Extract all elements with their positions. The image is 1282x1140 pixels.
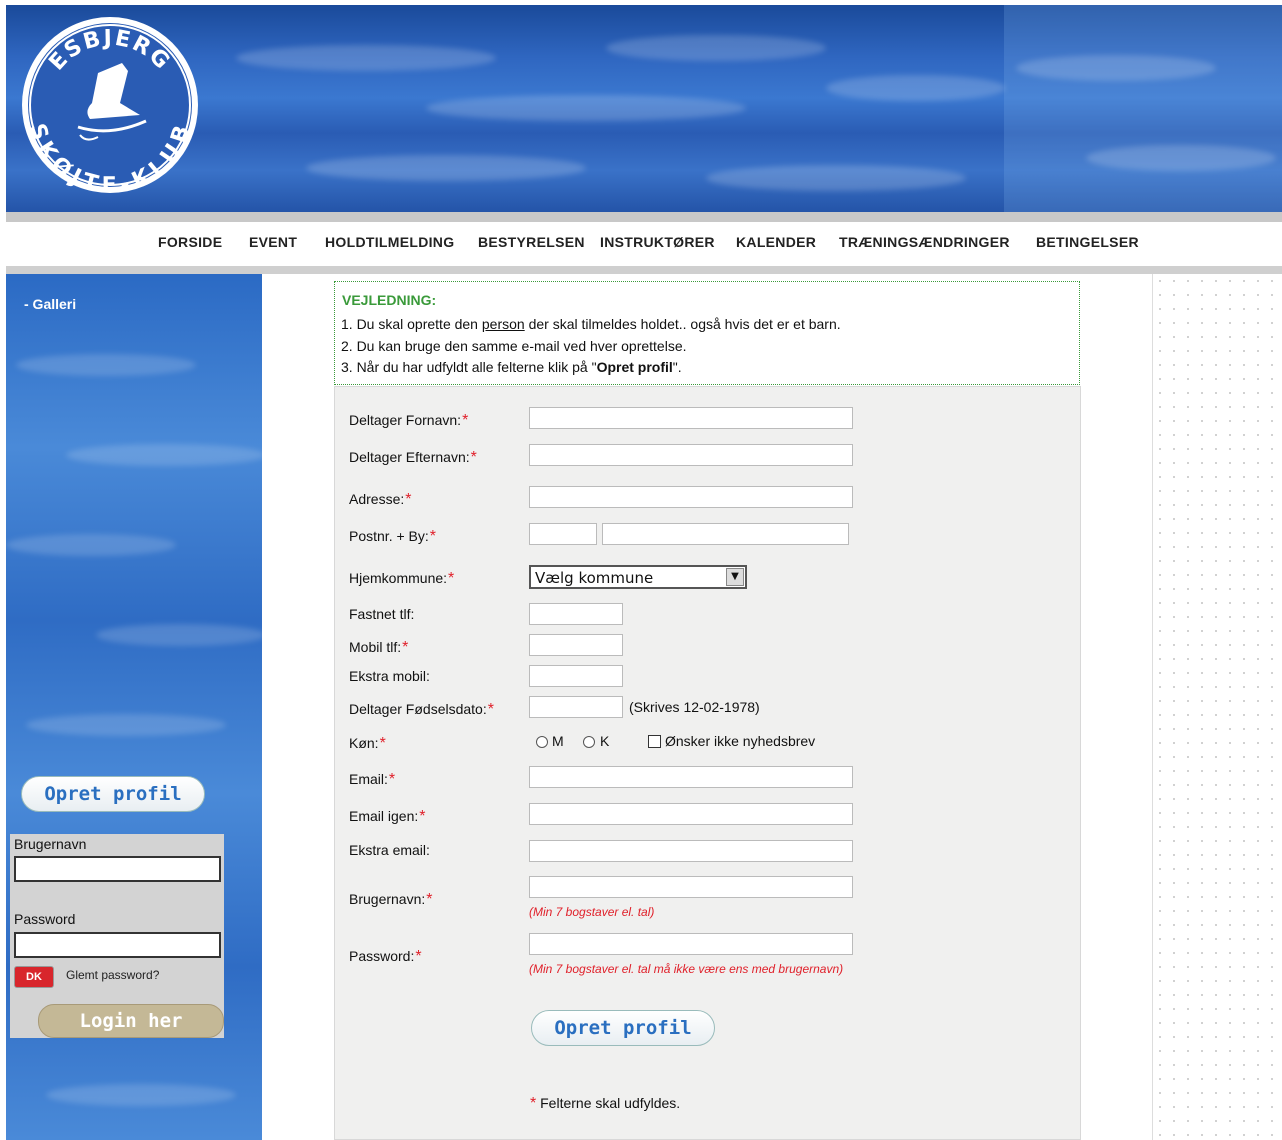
header-divider [6, 212, 1282, 222]
landline-label: Fastnet tlf: [349, 606, 415, 622]
gender-m-label: M [552, 733, 564, 749]
username-field-input[interactable] [529, 876, 853, 898]
gender-k-radio[interactable] [583, 736, 595, 748]
club-logo[interactable]: ESBJERG SKØJTE-KLUB [20, 15, 200, 195]
sidebar-streak [6, 534, 176, 556]
login-box: Brugernavn Password DK Glemt password? L… [10, 834, 224, 1038]
email-label: Email:* [349, 771, 396, 788]
create-profile-button[interactable]: Opret profil [531, 1010, 715, 1046]
password-label: Password [14, 911, 76, 927]
nav-holdtilmelding[interactable]: HOLDTILMELDING [325, 234, 454, 250]
guide-line-1-post: der skal tilmeldes holdet.. også hvis de… [524, 316, 841, 332]
banner-streak [426, 95, 746, 121]
registration-form: Deltager Fornavn:* Deltager Efternavn:* … [334, 386, 1081, 1140]
guide-line-3-bold: Opret profil [596, 359, 673, 375]
nav-divider [6, 266, 1282, 274]
nav-betingelser[interactable]: BETINGELSER [1036, 234, 1139, 250]
banner-streak [606, 35, 826, 61]
nav-forside[interactable]: FORSIDE [158, 234, 222, 250]
first-name-input[interactable] [529, 407, 853, 429]
guide-line-2: 2. Du kan bruge den samme e-mail ved hve… [341, 338, 687, 354]
password-field-input[interactable] [529, 933, 853, 955]
banner-streak [826, 75, 1006, 101]
sidebar-create-profile-button[interactable]: Opret profil [21, 776, 205, 812]
newsletter-label: Ønsker ikke nyhedsbrev [665, 733, 816, 749]
mobile-label: Mobil tlf:* [349, 639, 409, 656]
municipality-selected-value: Vælg kommune [535, 569, 654, 587]
banner-streak [306, 155, 586, 181]
nav-bestyrelsen[interactable]: BESTYRELSEN [478, 234, 585, 250]
birthdate-label: Deltager Fødselsdato:* [349, 701, 494, 718]
extra-email-label: Ekstra email: [349, 842, 430, 858]
username-label: Brugernavn [14, 836, 87, 852]
sidebar-streak [16, 354, 196, 376]
extra-mobile-input[interactable] [529, 665, 623, 687]
nav-instruktorer[interactable]: INSTRUKTØRER [600, 234, 715, 250]
last-name-label: Deltager Efternavn:* [349, 449, 477, 466]
gender-k-label: K [600, 733, 610, 749]
guide-line-1: 1. Du skal oprette den person der skal t… [341, 316, 841, 332]
sidebar-link-galleri[interactable]: - Galleri [24, 296, 76, 312]
nav-kalender[interactable]: KALENDER [736, 234, 816, 250]
email-again-label: Email igen:* [349, 808, 426, 825]
username-input[interactable] [14, 856, 221, 882]
nav-event[interactable]: EVENT [249, 234, 297, 250]
sidebar-streak [46, 1084, 236, 1106]
login-button[interactable]: Login her [38, 1004, 224, 1038]
main-nav: FORSIDE EVENT HOLDTILMELDING BESTYRELSEN… [0, 222, 1282, 266]
mobile-input[interactable] [529, 634, 623, 656]
postcode-input[interactable] [529, 523, 597, 545]
guide-line-3-pre: 3. Når du har udfyldt alle felterne klik… [341, 359, 597, 375]
guide-title: VEJLEDNING: [342, 292, 437, 308]
username-hint: (Min 7 bogstaver el. tal) [529, 905, 655, 919]
chevron-down-icon[interactable]: ▼ [726, 568, 744, 586]
guide-box: VEJLEDNING: 1. Du skal oprette den perso… [334, 281, 1080, 385]
banner-streak [236, 45, 496, 71]
sidebar-streak [96, 624, 262, 646]
guide-person-link[interactable]: person [482, 316, 525, 332]
first-name-label: Deltager Fornavn:* [349, 412, 469, 429]
banner-streak [1086, 145, 1276, 171]
banner-streak [706, 165, 966, 191]
sidebar: - Galleri Opret profil Brugernavn Passwo… [6, 274, 262, 1140]
municipality-select[interactable]: Vælg kommune ▼ [529, 565, 747, 589]
birthdate-input[interactable] [529, 696, 623, 718]
header-banner: ESBJERG SKØJTE-KLUB [6, 5, 1282, 212]
password-field-label: Password:* [349, 948, 422, 965]
last-name-input[interactable] [529, 444, 853, 466]
address-input[interactable] [529, 486, 853, 508]
required-footnote: * Felterne skal udfyldes. [530, 1095, 681, 1112]
password-input[interactable] [14, 932, 221, 958]
banner-right-panel [1004, 5, 1282, 212]
nav-traeningsaendringer[interactable]: TRÆNINGSÆNDRINGER [839, 234, 1010, 250]
email-input[interactable] [529, 766, 853, 788]
username-field-label: Brugernavn:* [349, 891, 433, 908]
newsletter-checkbox[interactable] [648, 735, 661, 748]
gender-label: Køn:* [349, 735, 386, 752]
city-input[interactable] [602, 523, 849, 545]
birthdate-hint: (Skrives 12-02-1978) [629, 699, 760, 715]
gender-m-radio[interactable] [536, 736, 548, 748]
sidebar-streak [66, 444, 262, 466]
sidebar-streak [26, 714, 226, 736]
postcode-city-label: Postnr. + By:* [349, 528, 436, 545]
guide-line-1-pre: 1. Du skal oprette den [341, 316, 482, 332]
email-again-input[interactable] [529, 803, 853, 825]
extra-email-input[interactable] [529, 840, 853, 862]
right-column [1152, 274, 1282, 1140]
banner-streak [1016, 55, 1216, 81]
password-hint: (Min 7 bogstaver el. tal må ikke være en… [529, 962, 844, 976]
landline-input[interactable] [529, 603, 623, 625]
guide-line-3-post: ". [672, 359, 682, 375]
municipality-label: Hjemkommune:* [349, 570, 455, 587]
extra-mobile-label: Ekstra mobil: [349, 668, 430, 684]
address-label: Adresse:* [349, 491, 412, 508]
forgot-password-link[interactable]: Glemt password? [66, 968, 159, 982]
guide-line-3: 3. Når du har udfyldt alle felterne klik… [341, 359, 682, 375]
nemid-dk-icon: DK [14, 966, 54, 988]
